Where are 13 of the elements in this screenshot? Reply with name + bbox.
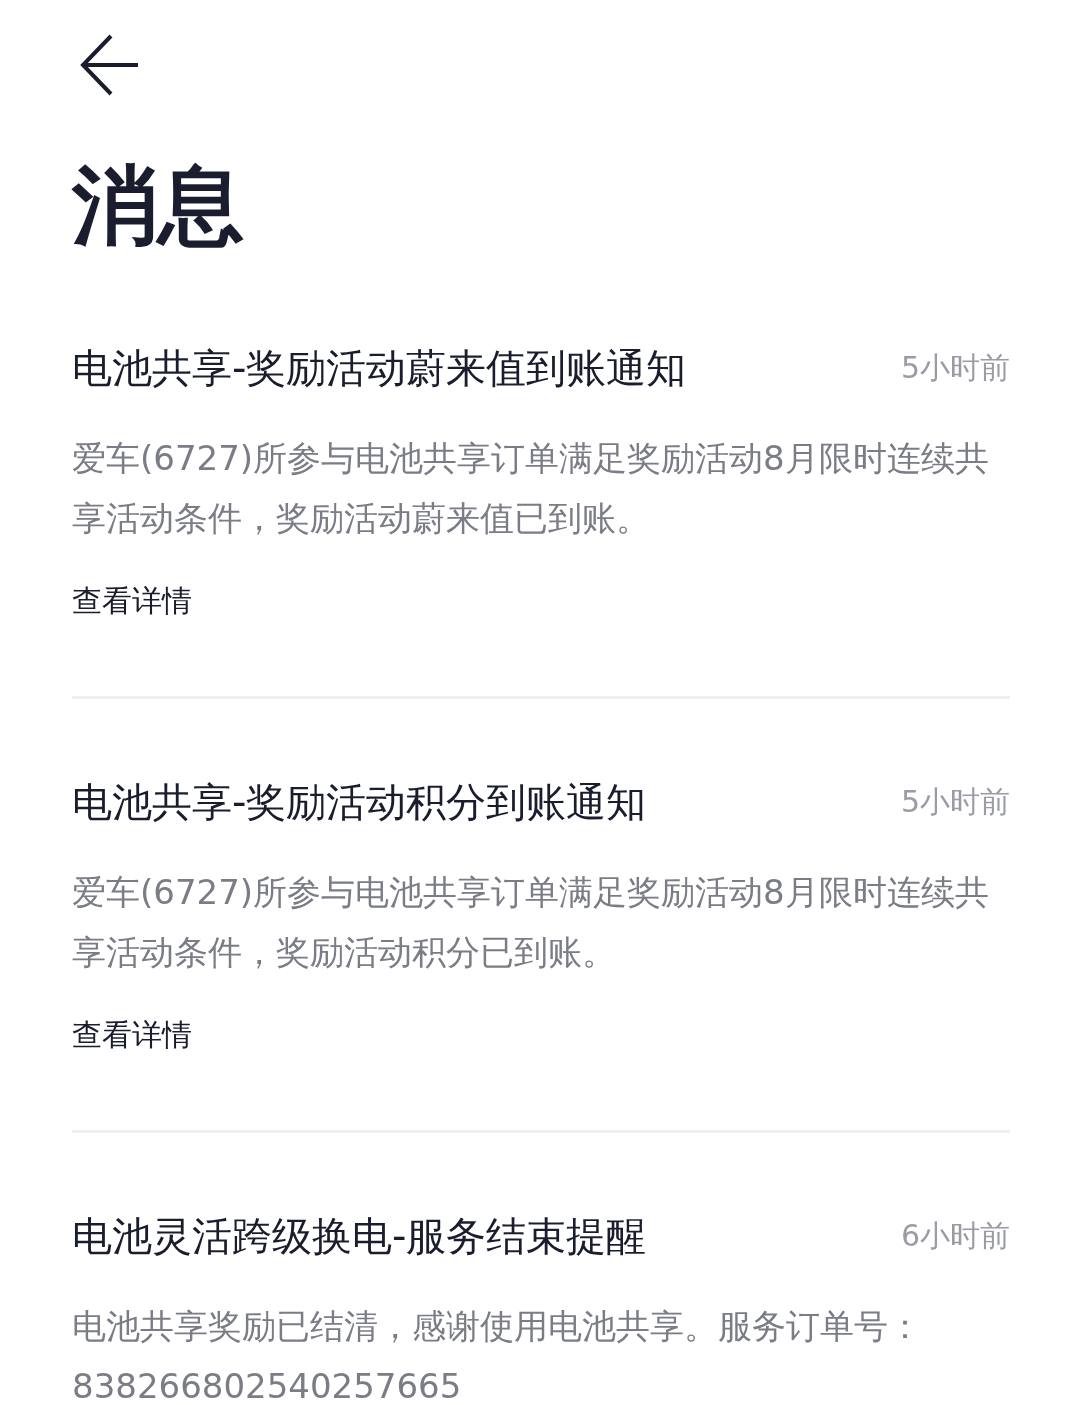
message-title: 电池共享-奖励活动积分到账通知: [72, 777, 647, 827]
page-title: 消息: [72, 155, 245, 257]
message-body: 爱车(6727)所参与电池共享订单满足奖励活动8月限时连续共享活动条件，奖励活动蔚来值已到账。: [72, 437, 990, 540]
back-arrow-icon[interactable]: [80, 33, 140, 97]
message-time: 6小时前: [900, 1216, 1010, 1255]
message-time: 5小时前: [900, 348, 1010, 387]
message-body: 电池共享奖励已结清，感谢使用电池共享。服务订单号：838266802540257665: [72, 1305, 923, 1405]
message-body: 爱车(6727)所参与电池共享订单满足奖励活动8月限时连续共享活动条件，奖励活动积分已到账。: [72, 871, 990, 974]
view-details-link[interactable]: 查看详情: [72, 583, 192, 619]
message-title: 电池共享-奖励活动蔚来值到账通知: [72, 343, 687, 393]
message-time: 5小时前: [900, 782, 1010, 821]
message-title: 电池灵活跨级换电-服务结束提醒: [72, 1211, 647, 1261]
view-details-link[interactable]: 查看详情: [72, 1017, 192, 1053]
